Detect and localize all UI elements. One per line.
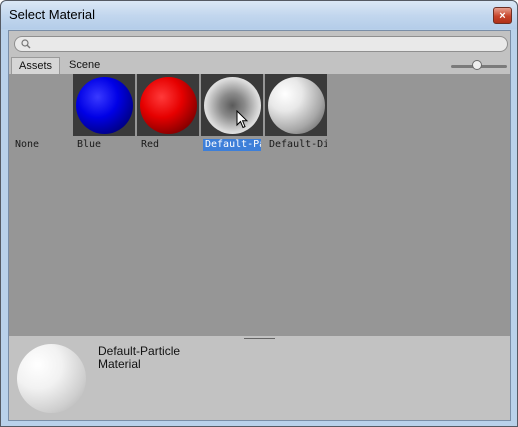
preview-panel: Default-Particle Material [9, 340, 510, 420]
red-sphere-icon [140, 77, 197, 134]
default-particle-sphere-icon [204, 77, 261, 134]
material-item-default-particle[interactable]: Default-Par [201, 74, 265, 154]
dialog-body: Assets Scene None Blue Red Default-P Def… [8, 30, 511, 421]
mouse-cursor-icon [236, 110, 248, 129]
preview-size-slider-knob[interactable] [471, 60, 482, 70]
material-thumbnail [137, 74, 199, 136]
search-input[interactable] [14, 36, 508, 52]
tab-bar: Assets Scene [9, 57, 510, 74]
preview-material-name: Default-Particle Material [98, 345, 248, 371]
default-diffuse-sphere-icon [268, 77, 325, 134]
window-title: Select Material [9, 7, 95, 22]
tab-scene[interactable]: Scene [62, 57, 107, 74]
search-icon [21, 39, 31, 49]
material-item-blue[interactable]: Blue [73, 74, 137, 154]
material-item-red[interactable]: Red [137, 74, 201, 154]
material-item-none[interactable]: None [11, 74, 75, 154]
preview-name-line2: Material [98, 357, 141, 371]
material-item-label: Blue [77, 139, 102, 150]
material-thumbnail [265, 74, 327, 136]
material-item-label: Red [141, 139, 160, 150]
blue-sphere-icon [76, 77, 133, 134]
material-item-label: None [15, 139, 40, 150]
close-button[interactable]: × [493, 7, 512, 24]
material-grid: None Blue Red Default-P Default-Di [9, 74, 510, 336]
select-material-window: Select Material × Assets Scene None Blue… [0, 0, 518, 427]
material-thumbnail [201, 74, 263, 136]
title-bar[interactable]: Select Material × [1, 1, 517, 29]
tab-assets[interactable]: Assets [11, 57, 61, 74]
material-item-default-diffuse[interactable]: Default-Dif [265, 74, 329, 154]
material-thumbnail [73, 74, 135, 136]
close-icon: × [499, 9, 506, 22]
material-item-label: Default-Par [203, 139, 261, 151]
preview-sphere-icon [17, 344, 86, 413]
material-item-label: Default-Dif [269, 139, 327, 150]
